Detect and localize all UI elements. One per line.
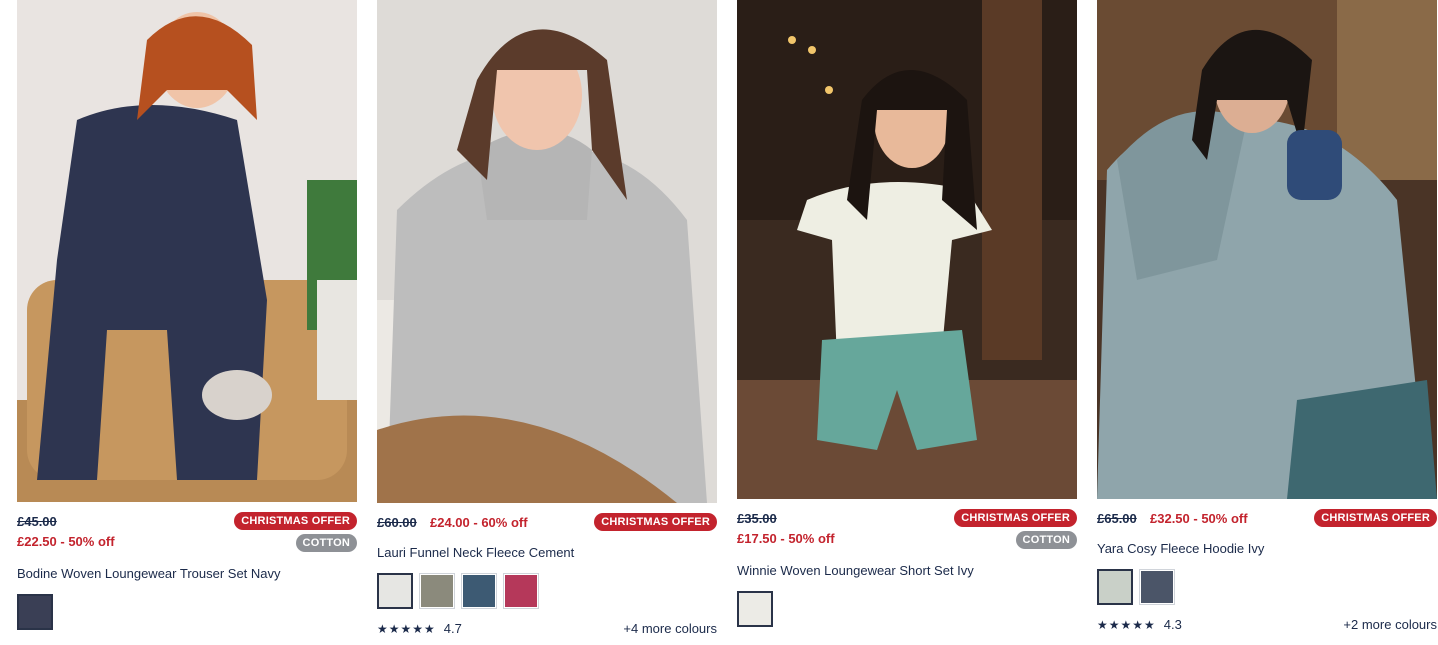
product-image[interactable]	[1097, 0, 1437, 499]
colour-swatch[interactable]	[419, 573, 455, 609]
cotton-badge: COTTON	[295, 534, 357, 552]
christmas-offer-badge: CHRISTMAS OFFER	[1314, 509, 1437, 527]
product-title[interactable]: Winnie Woven Loungewear Short Set Ivy	[737, 563, 974, 578]
product-card[interactable]: £45.00 £22.50 - 50% off CHRISTMAS OFFER …	[17, 0, 357, 630]
sale-price: £32.50 - 50% off	[1150, 511, 1248, 526]
colour-swatches	[377, 573, 539, 609]
colour-swatch[interactable]	[1097, 569, 1133, 605]
product-title[interactable]: Yara Cosy Fleece Hoodie Ivy	[1097, 541, 1264, 556]
product-card[interactable]: £60.00 £24.00 - 60% off CHRISTMAS OFFER …	[377, 0, 717, 636]
product-title[interactable]: Bodine Woven Loungewear Trouser Set Navy	[17, 566, 281, 581]
rating-row: ★★★★★ 4.3 +2 more colours	[1097, 617, 1437, 632]
colour-swatch[interactable]	[1139, 569, 1175, 605]
product-image[interactable]	[17, 0, 357, 502]
product-card[interactable]: £35.00 £17.50 - 50% off CHRISTMAS OFFER …	[737, 0, 1077, 627]
product-image[interactable]	[737, 0, 1077, 499]
rating-row: ★★★★★ 4.7 +4 more colours	[377, 621, 717, 636]
original-price: £35.00	[737, 511, 777, 526]
colour-swatches	[1097, 569, 1175, 605]
price-block: £35.00 £17.50 - 50% off CHRISTMAS OFFER …	[737, 509, 1077, 557]
more-colours-link[interactable]: +4 more colours	[623, 621, 717, 636]
rating-stars-icon: ★★★★★	[377, 622, 436, 636]
colour-swatch[interactable]	[17, 594, 53, 630]
sale-price: £24.00 - 60% off	[430, 515, 528, 530]
colour-swatch[interactable]	[737, 591, 773, 627]
product-image[interactable]	[377, 0, 717, 503]
original-price: £45.00	[17, 514, 57, 529]
sale-price: £17.50 - 50% off	[737, 531, 835, 546]
rating-value: 4.7	[443, 621, 462, 636]
original-price: £60.00	[377, 515, 417, 530]
cotton-badge: COTTON	[1015, 531, 1077, 549]
rating: ★★★★★ 4.3	[1097, 617, 1182, 632]
product-card[interactable]: £65.00 £32.50 - 50% off CHRISTMAS OFFER …	[1097, 0, 1437, 632]
christmas-offer-badge: CHRISTMAS OFFER	[234, 512, 357, 530]
product-title[interactable]: Lauri Funnel Neck Fleece Cement	[377, 545, 574, 560]
rating-stars-icon: ★★★★★	[1097, 618, 1156, 632]
price-block: £45.00 £22.50 - 50% off CHRISTMAS OFFER …	[17, 512, 357, 560]
colour-swatch[interactable]	[461, 573, 497, 609]
colour-swatch[interactable]	[377, 573, 413, 609]
rating: ★★★★★ 4.7	[377, 621, 462, 636]
colour-swatch[interactable]	[503, 573, 539, 609]
colour-swatches	[17, 594, 53, 630]
christmas-offer-badge: CHRISTMAS OFFER	[594, 513, 717, 531]
sale-price: £22.50 - 50% off	[17, 534, 115, 549]
christmas-offer-badge: CHRISTMAS OFFER	[954, 509, 1077, 527]
colour-swatches	[737, 591, 773, 627]
rating-value: 4.3	[1163, 617, 1182, 632]
original-price: £65.00	[1097, 511, 1137, 526]
more-colours-link[interactable]: +2 more colours	[1343, 617, 1437, 632]
